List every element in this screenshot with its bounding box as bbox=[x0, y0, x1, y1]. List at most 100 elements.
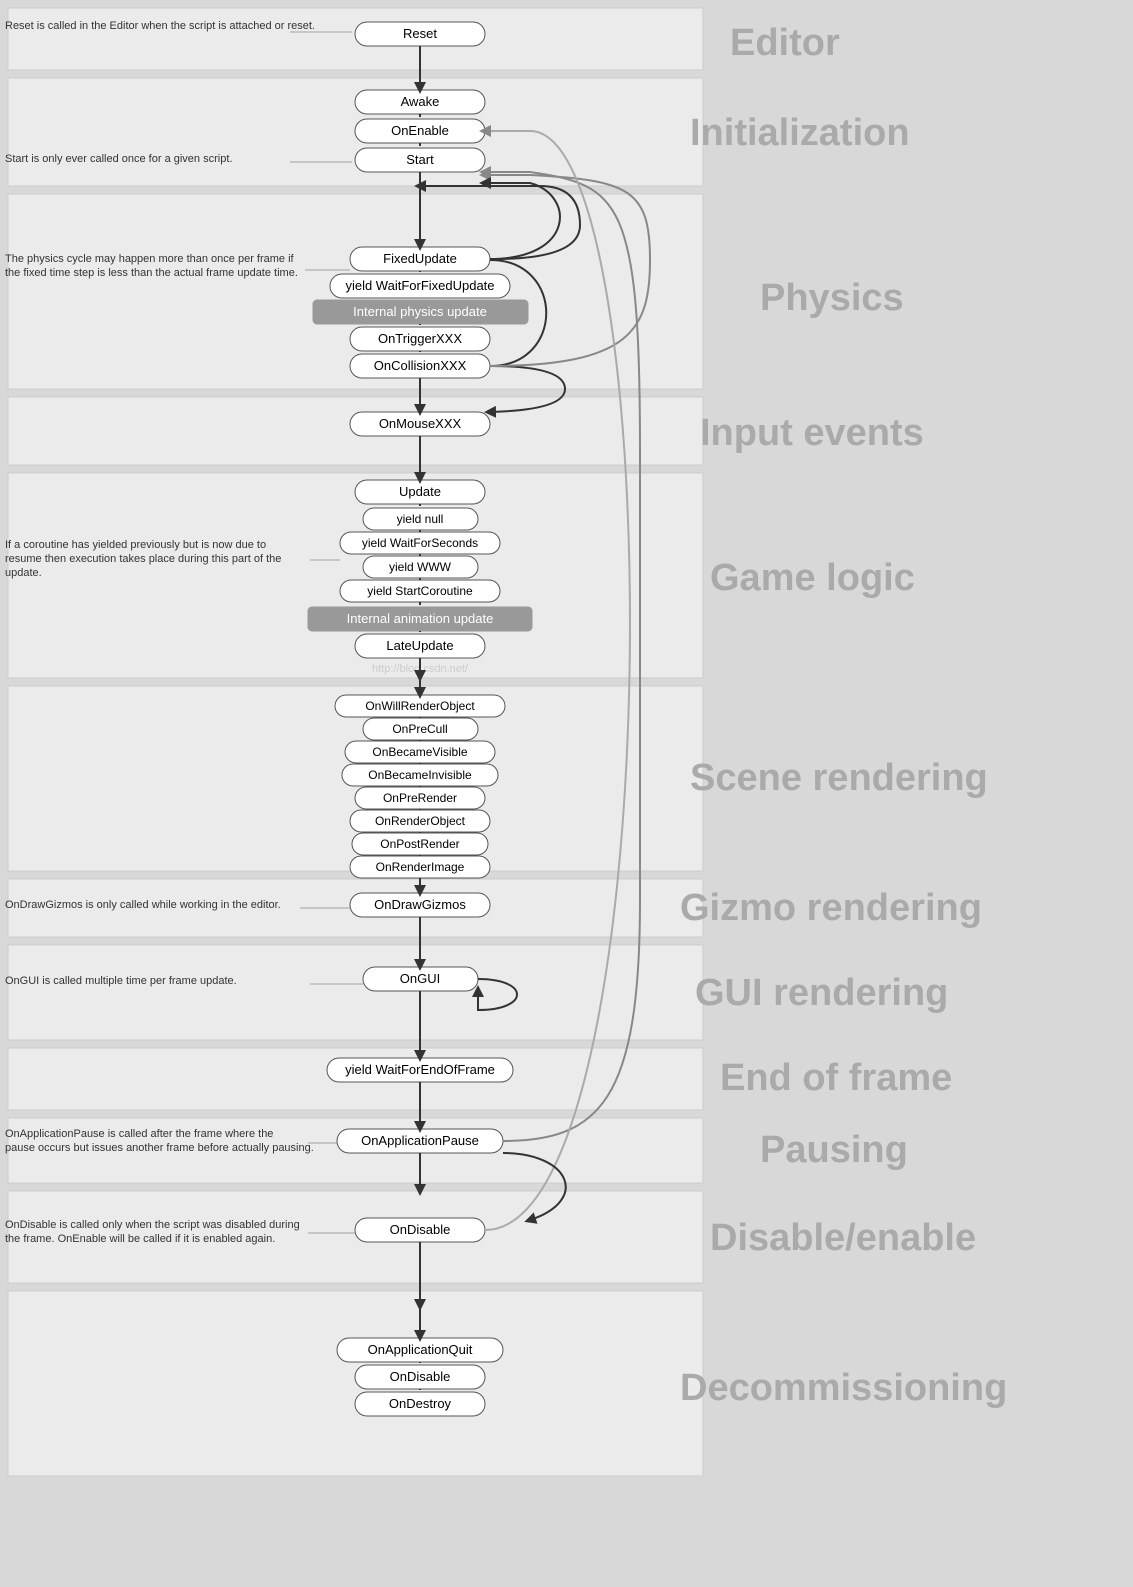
pausing-band bbox=[8, 1118, 703, 1183]
fixedupdate-node bbox=[350, 247, 490, 271]
internal-physics-node bbox=[313, 300, 528, 324]
onwillrenderobject-label: OnWillRenderObject bbox=[365, 699, 475, 713]
section-init: Initialization bbox=[690, 112, 910, 154]
onrenderimage-node bbox=[350, 856, 490, 878]
start-node bbox=[355, 148, 485, 172]
yieldnull-label: yield null bbox=[397, 512, 444, 526]
onbecamevisible-label: OnBecameVisible bbox=[372, 745, 467, 759]
update-label: Update bbox=[399, 484, 441, 499]
onpostrender-node bbox=[352, 833, 488, 855]
physics-band bbox=[8, 194, 703, 389]
start-label: Start bbox=[406, 152, 434, 167]
yieldwaitforfixedupdate-node bbox=[330, 274, 510, 298]
loop-pause-updisable bbox=[503, 1153, 566, 1220]
yieldwaitforfixedupdate-label: yield WaitForFixedUpdate bbox=[345, 278, 494, 293]
oncollisionxxx-node bbox=[350, 354, 490, 378]
section-scene: Scene rendering bbox=[690, 757, 988, 799]
onprecull-label: OnPreCull bbox=[392, 722, 447, 736]
yieldwww-node bbox=[363, 556, 478, 578]
update-node bbox=[355, 480, 485, 504]
init-band bbox=[8, 78, 703, 186]
ann-physics-2: the fixed time step is less than the act… bbox=[5, 267, 298, 279]
onenable1-label: OnEnable bbox=[391, 123, 449, 138]
gui-band bbox=[8, 945, 703, 1040]
loop-right-big bbox=[485, 175, 650, 366]
ondestroy-label: OnDestroy bbox=[389, 1396, 452, 1411]
internal-physics-label: Internal physics update bbox=[353, 304, 487, 319]
onbecameinvisible-node bbox=[342, 764, 498, 786]
ongui-node bbox=[363, 967, 478, 991]
endframe-band bbox=[8, 1048, 703, 1110]
ondrawgizmos-node bbox=[350, 893, 490, 917]
scene-band bbox=[8, 686, 703, 871]
onenable1-node bbox=[355, 119, 485, 143]
ontriggerxxx-label: OnTriggerXXX bbox=[378, 331, 462, 346]
onmousexxx-label: OnMouseXXX bbox=[379, 416, 462, 431]
section-decommission: Decommissioning bbox=[680, 1367, 1007, 1409]
onbecameinvisible-label: OnBecameInvisible bbox=[368, 768, 472, 782]
onrenderobject-node bbox=[350, 810, 490, 832]
section-editor: Editor bbox=[730, 22, 840, 64]
yieldwaitforendofframe-label: yield WaitForEndOfFrame bbox=[345, 1062, 495, 1077]
yieldnull-node bbox=[363, 508, 478, 530]
ann-coroutine-3: update. bbox=[5, 567, 42, 579]
ann-coroutine-1: If a coroutine has yielded previously bu… bbox=[5, 539, 266, 551]
flow-diagram: Reset Awake OnEnable Start FixedUpdate y… bbox=[0, 0, 1133, 1587]
onbecamevisible-node bbox=[345, 741, 495, 763]
onprecull-node bbox=[363, 718, 478, 740]
loop-fixedupdate-back bbox=[485, 183, 560, 259]
section-gui: GUI rendering bbox=[695, 972, 948, 1014]
onprerender-label: OnPreRender bbox=[383, 791, 457, 805]
yieldwaitforseconds-label: yield WaitForSeconds bbox=[362, 536, 478, 550]
section-gizmo: Gizmo rendering bbox=[680, 887, 982, 929]
ann-disable-1: OnDisable is called only when the script… bbox=[5, 1219, 300, 1231]
section-input: Input events bbox=[700, 412, 924, 454]
internal-anim-node bbox=[308, 607, 532, 631]
onmousexxx-node bbox=[350, 412, 490, 436]
ann-disable-2: the frame. OnEnable will be called if it… bbox=[5, 1233, 275, 1245]
onwillrenderobject-node bbox=[335, 695, 505, 717]
loop-physics-inner bbox=[490, 260, 546, 366]
ondisable1-label: OnDisable bbox=[390, 1222, 451, 1237]
onapplicationpause-label: OnApplicationPause bbox=[361, 1133, 479, 1148]
input-band bbox=[8, 397, 703, 465]
disable-band bbox=[8, 1191, 703, 1283]
yieldstartcoroutine-label: yield StartCoroutine bbox=[367, 584, 473, 598]
internal-anim-label: Internal animation update bbox=[347, 611, 494, 626]
onapplicationquit-node bbox=[337, 1338, 503, 1362]
fixedupdate-label: FixedUpdate bbox=[383, 251, 457, 266]
lateupdate-label: LateUpdate bbox=[386, 638, 453, 653]
reset-node bbox=[355, 22, 485, 46]
ondisable2-label: OnDisable bbox=[390, 1369, 451, 1384]
yieldwww-label: yield WWW bbox=[389, 560, 452, 574]
oncollisionxxx-label: OnCollisionXXX bbox=[374, 358, 467, 373]
arrow-disable-onenable bbox=[485, 131, 630, 1230]
gizmo-band bbox=[8, 879, 703, 937]
ann-physics-1: The physics cycle may happen more than o… bbox=[5, 253, 295, 265]
loop-right-gamecycle bbox=[485, 172, 640, 1141]
reset-label: Reset bbox=[403, 26, 437, 41]
lateupdate-node bbox=[355, 634, 485, 658]
awake-label: Awake bbox=[401, 94, 440, 109]
ondisable2-node bbox=[355, 1365, 485, 1389]
watermark: http://blog.csdn.net/ bbox=[372, 663, 469, 675]
section-endframe: End of frame bbox=[720, 1057, 952, 1099]
editor-band bbox=[8, 8, 703, 70]
ongui-label: OnGUI bbox=[400, 971, 440, 986]
ann-gui: OnGUI is called multiple time per frame … bbox=[5, 975, 237, 987]
section-disable: Disable/enable bbox=[710, 1217, 976, 1259]
section-pausing: Pausing bbox=[760, 1129, 908, 1171]
onrenderobject-label: OnRenderObject bbox=[375, 814, 466, 828]
yieldwaitforseconds-node bbox=[340, 532, 500, 554]
ondestroy-node bbox=[355, 1392, 485, 1416]
ann-reset: Reset is called in the Editor when the s… bbox=[5, 20, 315, 32]
ontriggerxxx-node bbox=[350, 327, 490, 351]
ann-start: Start is only ever called once for a giv… bbox=[5, 153, 232, 165]
onapplicationpause-node bbox=[337, 1129, 503, 1153]
yieldwaitforendofframe-node bbox=[327, 1058, 513, 1082]
section-gamelogic: Game logic bbox=[710, 557, 915, 599]
onprerender-node bbox=[355, 787, 485, 809]
ann-coroutine-2: resume then execution takes place during… bbox=[5, 553, 281, 565]
loop-fixedupdate-left bbox=[420, 186, 580, 259]
ann-pause-1: OnApplicationPause is called after the f… bbox=[5, 1128, 273, 1140]
